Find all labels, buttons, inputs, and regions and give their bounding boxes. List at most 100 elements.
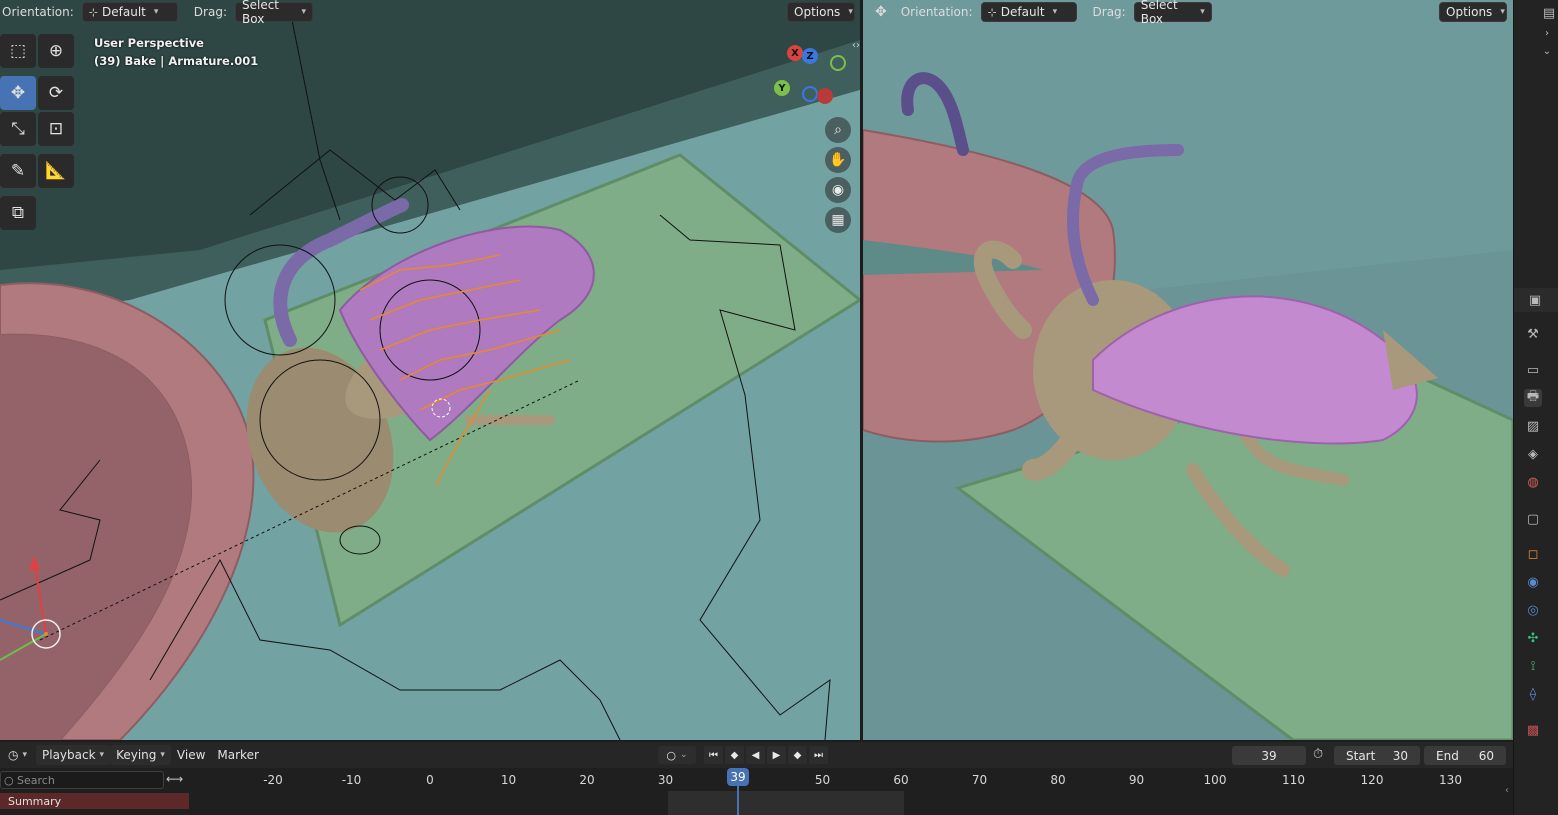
ruler-tick-label: 90 — [1128, 773, 1145, 787]
current-frame-field[interactable]: 39 — [1232, 746, 1306, 765]
drag-value: Select Box — [1140, 0, 1178, 26]
channel-search-input[interactable]: ○ Search — [0, 771, 164, 789]
start-frame-field[interactable]: Start 30 — [1334, 746, 1420, 765]
expand-arrow-icon[interactable]: › — [1538, 24, 1556, 42]
rotate-icon[interactable]: ⟳ — [38, 76, 74, 110]
start-value: 30 — [1392, 748, 1408, 763]
properties-editor-type-icon[interactable]: ▣ — [1526, 291, 1544, 309]
transform-icon[interactable]: ⊡ — [38, 112, 74, 146]
chevron-down-icon: ▾ — [848, 7, 853, 17]
drag-dropdown[interactable]: Select Box ▾ — [234, 0, 313, 26]
frame-ruler[interactable]: -20-100102030405060708090100110120130 39 — [194, 768, 1507, 815]
select-box-icon[interactable]: ⬚ — [0, 34, 36, 68]
next-keyframe-icon[interactable]: ◆ — [788, 746, 807, 764]
orientation-label: Orientation: — [900, 5, 973, 19]
ruler-tick-label: 50 — [814, 773, 831, 787]
prev-keyframe-icon[interactable]: ◆ — [725, 746, 744, 764]
constraints-icon[interactable]: ⟟ — [1524, 657, 1542, 675]
collection-icon[interactable]: ▢ — [1524, 510, 1542, 528]
chevron-down-icon: ⌄ — [680, 750, 688, 760]
modifier-icon[interactable]: ◉ — [1524, 573, 1542, 591]
options-dropdown[interactable]: Options ▾ — [787, 2, 855, 22]
view-layer-icon[interactable]: ▨ — [1524, 417, 1542, 435]
timeline-header: ◷ ▾ Playback ▾ Keying ▾ View Marker ○ ⌄ ⏮ ◆ … — [0, 742, 1513, 768]
scale-icon[interactable]: ⤡ — [0, 112, 36, 146]
render-icon[interactable]: ▭ — [1524, 361, 1542, 379]
zoom-icon[interactable]: ⌕ — [825, 117, 851, 143]
gizmo-neg-y[interactable] — [830, 55, 846, 71]
view-menu[interactable]: View — [171, 745, 211, 765]
drag-dropdown[interactable]: Select Box ▾ — [1133, 0, 1212, 26]
jump-start-icon[interactable]: ⏮ — [704, 746, 723, 764]
right-viewport-header: ✥ Orientation: ⊹ Default ▾ Drag: Select … — [875, 0, 1212, 26]
viewport-right[interactable]: ✥ Orientation: ⊹ Default ▾ Drag: Select … — [863, 0, 1513, 740]
marker-menu[interactable]: Marker — [211, 745, 264, 765]
orientation-gizmo-icon: ⊹ — [88, 5, 99, 19]
grid-ortho-icon[interactable]: ▦ — [825, 207, 851, 233]
keying-menu[interactable]: Keying ▾ — [110, 745, 171, 765]
output-icon[interactable]: 🖶 — [1524, 389, 1542, 407]
timeline-body: ○ Search ⟷ Summary -20-10010203040506070… — [0, 768, 1513, 815]
orientation-dropdown[interactable]: ⊹ Default ▾ — [81, 2, 178, 22]
orientation-dropdown[interactable]: ⊹ Default ▾ — [980, 2, 1077, 22]
ruler-tick-label: 20 — [579, 773, 595, 787]
tool-shelf: ⬚ ⊕ ✥ ⟳ ⤡ ⊡ ✎ 📐 ⧉ — [0, 34, 74, 230]
gizmo-x-axis[interactable]: X — [787, 45, 803, 61]
properties-editor-strip: ▤ › ⌄ ▣ ⚒ ▭ 🖶 ▨ ◈ ◍ ▢ ◻ ◉ ◎ ✣ ⟟ ⟠ ▩ — [1513, 0, 1558, 815]
orientation-gizmo-icon: ⊹ — [987, 5, 997, 19]
collapse-arrow-icon[interactable]: ‹ — [1505, 785, 1509, 796]
timeline-editor: ◷ ▾ Playback ▾ Keying ▾ View Marker ○ ⌄ ⏮ ◆ … — [0, 742, 1513, 815]
outliner-editor-icon[interactable]: ▤ — [1540, 4, 1558, 22]
chevron-down-icon: ▾ — [1052, 7, 1058, 17]
object-icon[interactable]: ◻ — [1524, 545, 1542, 563]
options-dropdown[interactable]: Options ▾ — [1439, 2, 1507, 22]
options-label: Options — [794, 5, 841, 19]
end-frame-field[interactable]: End 60 — [1424, 746, 1506, 765]
gizmo-neg-x[interactable] — [817, 88, 833, 104]
tool-icon[interactable]: ⚒ — [1524, 325, 1542, 343]
playback-menu[interactable]: Playback ▾ — [36, 745, 111, 765]
stopwatch-icon[interactable]: ⏱ — [1313, 747, 1323, 762]
move-gizmo-icon[interactable]: ✥ — [875, 4, 887, 20]
orientation-label: Orientation: — [2, 5, 74, 19]
measure-icon[interactable]: 📐 — [38, 154, 74, 188]
play-reverse-icon[interactable]: ◀ — [746, 746, 765, 764]
ruler-tick-label: 110 — [1282, 773, 1305, 787]
ruler-tick-label: 100 — [1203, 773, 1227, 787]
viewport-right-scene[interactable] — [863, 0, 1513, 740]
play-icon[interactable]: ▶ — [767, 746, 786, 764]
gizmo-y-axis[interactable]: Y — [774, 80, 790, 96]
particles-icon[interactable]: ◎ — [1524, 601, 1542, 619]
data-icon[interactable]: ⟠ — [1524, 685, 1542, 703]
physics-icon[interactable]: ✣ — [1524, 629, 1542, 647]
auto-keying-toggle[interactable]: ○ ⌄ — [658, 746, 696, 764]
summary-channel[interactable]: Summary — [0, 793, 189, 809]
view-name: User Perspective — [94, 36, 204, 50]
annotate-icon[interactable]: ✎ — [0, 154, 36, 188]
chevron-down-icon[interactable]: ⌄ — [1538, 42, 1556, 60]
gizmo-neg-z[interactable] — [802, 86, 818, 102]
move-icon[interactable]: ✥ — [0, 76, 36, 110]
hand-pan-icon[interactable]: ✋ — [825, 147, 851, 173]
swap-arrows-icon[interactable]: ⟷ — [166, 772, 183, 786]
chevron-down-icon: ▾ — [22, 750, 28, 760]
end-label: End — [1436, 748, 1459, 763]
end-value: 60 — [1478, 748, 1494, 763]
chevron-down-icon: ▾ — [1200, 7, 1205, 17]
scene-icon[interactable]: ◈ — [1524, 445, 1542, 463]
viewport-left[interactable]: Orientation: ⊹ Default ▾ Drag: Select Bo… — [0, 0, 860, 740]
ruler-tick-label: 80 — [1050, 773, 1066, 787]
ruler-tick-label: -10 — [341, 773, 362, 787]
playhead[interactable]: 39 — [727, 768, 749, 786]
camera-icon[interactable]: ◉ — [825, 177, 851, 203]
add-cube-icon[interactable]: ⧉ — [0, 196, 36, 230]
viewport-left-scene[interactable] — [0, 0, 860, 740]
gizmo-z-axis[interactable]: Z — [802, 48, 818, 64]
editor-type-dropdown[interactable]: ◷ ▾ — [2, 745, 30, 765]
cursor-icon[interactable]: ⊕ — [38, 34, 74, 68]
collapse-arrows-icon[interactable]: ‹› — [852, 40, 860, 51]
world-icon[interactable]: ◍ — [1524, 473, 1542, 491]
jump-end-icon[interactable]: ⏭ — [809, 746, 828, 764]
texture-icon[interactable]: ▩ — [1524, 721, 1542, 739]
keying-label: Keying — [116, 748, 157, 762]
